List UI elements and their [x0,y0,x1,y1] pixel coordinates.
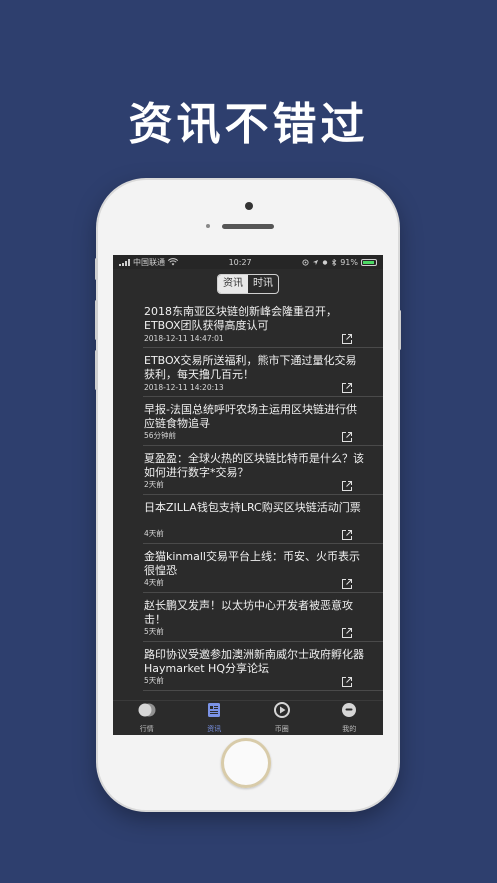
headline: 资讯不错过 [128,99,369,150]
tab-market[interactable]: 行情 [113,701,181,735]
app-screen: 中国联通 10:27 91% 资讯 时讯 2018东南亚区块链创新峰会隆重召开，E… [113,255,383,735]
earpiece-speaker [222,224,274,229]
wifi-icon [168,258,178,266]
list-item[interactable]: 早报-法国总统呼吁农场主运用区块链进行供应链食物追寻 56分钟前 [143,397,383,446]
list-item[interactable]: 路印协议受邀参加澳洲新南威尔士政府孵化器Haymarket HQ分享论坛 5天前 [143,642,383,691]
news-title: 赵长鹏又发声！以太坊中心开发者被恶意攻击！ [144,599,353,626]
segment-news[interactable]: 资讯 [218,275,248,293]
signal-icon [119,258,130,266]
battery-percent: 91% [340,257,358,267]
news-title: 夏盈盈：全球火热的区块链比特币是什么？该如何进行数字*交易？ [144,452,364,479]
news-time: 5天前 [144,627,164,636]
news-list: 2018东南亚区块链创新峰会隆重召开，ETBOX团队获得高度认可 2018-12-… [113,299,383,701]
tab-label: 行情 [139,725,154,733]
clock: 10:27 [228,257,252,267]
share-icon[interactable] [341,575,353,589]
proximity-sensor [206,224,210,228]
tab-play[interactable]: 币圈 [248,701,316,735]
tab-label: 币圈 [274,725,289,733]
bluetooth-icon [332,258,337,266]
battery-icon [361,258,377,266]
news-title: 日本ZILLA钱包支持LRC购买区块链活动门票 [144,501,361,514]
share-icon[interactable] [341,624,353,638]
news-title: 金猫kinmall交易平台上线：币安、火币表示很惶恐 [144,550,360,577]
news-title: 路印协议受邀参加澳洲新南威尔士政府孵化器Haymarket HQ分享论坛 [144,648,364,675]
news-time: 56分钟前 [144,431,177,440]
list-item[interactable]: ETBOX交易所送福利，熊市下通过量化交易获利，每天撸几百元！ 2018-12-1… [143,348,383,397]
share-icon[interactable] [341,330,353,344]
rotation-lock-icon [302,258,309,266]
mute-switch [95,258,98,280]
tab-label: 资讯 [207,725,222,733]
share-icon[interactable] [341,379,353,393]
power-button [398,310,401,350]
phone-frame: 中国联通 10:27 91% 资讯 时讯 2018东南亚区块链创新峰会隆重召开，E… [95,180,401,810]
tab-label: 我的 [342,725,357,733]
share-icon[interactable] [341,673,353,687]
segment-control-wrap: 资讯 时讯 [113,269,383,299]
share-icon[interactable] [341,477,353,491]
list-item[interactable]: 2018东南亚区块链创新峰会隆重召开，ETBOX团队获得高度认可 2018-12-… [143,299,383,348]
list-item[interactable]: 夏盈盈：全球火热的区块链比特币是什么？该如何进行数字*交易？ 2天前 [143,446,383,495]
carrier-label: 中国联通 [133,257,165,267]
market-icon [138,702,156,722]
share-icon[interactable] [341,526,353,540]
alarm-icon [323,259,328,265]
volume-down-button [95,350,98,390]
list-item[interactable]: 赵长鹏又发声！以太坊中心开发者被恶意攻击！ 5天前 [143,593,383,642]
segment-control: 资讯 时讯 [217,274,279,294]
news-time: 4天前 [144,529,164,538]
status-bar: 中国联通 10:27 91% [113,255,383,269]
news-icon [206,702,222,722]
home-button[interactable] [221,738,271,788]
news-time: 2天前 [144,480,164,489]
tab-bar: 行情 资讯 币圈 我的 [113,700,383,735]
list-item[interactable]: 日本ZILLA钱包支持LRC购买区块链活动门票 4天前 [143,495,383,544]
list-item[interactable]: 金猫kinmall交易平台上线：币安、火币表示很惶恐 4天前 [143,544,383,593]
profile-icon [341,702,357,722]
share-icon[interactable] [341,428,353,442]
news-title: 2018东南亚区块链创新峰会隆重召开，ETBOX团队获得高度认可 [144,305,337,332]
tab-news[interactable]: 资讯 [181,701,249,735]
news-time: 2018-12-11 14:20:13 [144,383,224,392]
segment-flash[interactable]: 时讯 [248,275,278,293]
tab-profile[interactable]: 我的 [316,701,384,735]
news-time: 4天前 [144,578,164,587]
play-icon [273,702,290,722]
front-camera [245,202,253,210]
news-title: 早报-法国总统呼吁农场主运用区块链进行供应链食物追寻 [144,403,357,430]
volume-up-button [95,300,98,340]
location-icon [313,259,319,265]
news-time: 2018-12-11 14:47:01 [144,334,224,343]
news-title: ETBOX交易所送福利，熊市下通过量化交易获利，每天撸几百元！ [144,354,357,381]
news-time: 5天前 [144,676,164,685]
